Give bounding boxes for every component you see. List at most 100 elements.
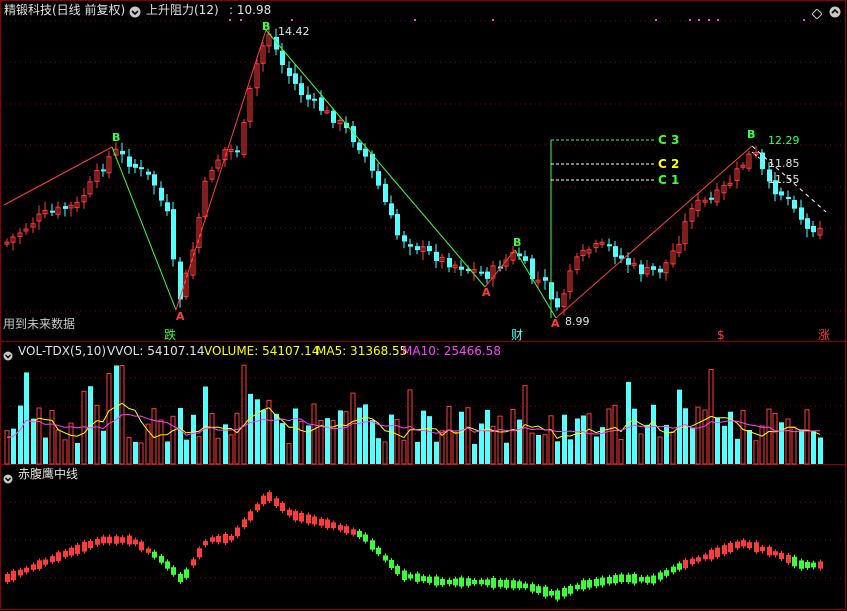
volume-bar xyxy=(415,441,420,464)
volume-bar xyxy=(651,404,656,464)
c1-price-label: 12.29 xyxy=(768,134,800,147)
volume-bar xyxy=(293,408,298,464)
chevron-down-icon[interactable] xyxy=(129,3,141,18)
volume-bar xyxy=(49,409,55,465)
candle-body xyxy=(786,196,791,199)
indicator-title: 上升阻力(12) xyxy=(146,3,219,17)
candle-body xyxy=(523,256,528,261)
event-marker-down[interactable]: 跌 xyxy=(164,328,176,342)
candle-body xyxy=(357,142,362,151)
volume-bar xyxy=(370,420,375,464)
volume-bar xyxy=(18,405,23,464)
volume-bar xyxy=(81,390,87,465)
tick-dot xyxy=(698,19,700,21)
volume-bar xyxy=(695,406,701,465)
event-marker-finance[interactable]: 财 xyxy=(511,328,523,342)
wave-a-marker: A xyxy=(551,317,560,330)
volume-bar xyxy=(389,414,394,464)
tick-dot xyxy=(655,19,657,21)
volume-bar xyxy=(568,439,573,464)
volume-bar xyxy=(31,418,36,464)
candle-body xyxy=(555,298,560,308)
candle-body xyxy=(133,163,138,168)
lower-indicator-name: 赤腹鹰中线 xyxy=(18,467,79,481)
candle-body xyxy=(543,277,548,281)
candle-body xyxy=(658,268,663,273)
volume-bar xyxy=(586,413,592,465)
stock-title: 精锻科技(日线 前复权) xyxy=(4,3,126,17)
panel-toggle-icon[interactable] xyxy=(3,346,13,361)
volume-bar xyxy=(274,413,279,464)
candle-body xyxy=(293,73,298,84)
volume-bar xyxy=(363,404,368,464)
volume-bar xyxy=(702,409,708,465)
volume-bar xyxy=(234,412,240,465)
volume-bar xyxy=(43,437,48,464)
candle-body xyxy=(363,148,368,157)
chevron-up-icon[interactable] xyxy=(829,3,841,18)
event-marker-up[interactable]: 涨 xyxy=(818,328,830,342)
volume-bar xyxy=(735,438,740,464)
wave-b-marker: B xyxy=(112,131,121,144)
candle-body xyxy=(376,171,381,186)
candle-body xyxy=(395,213,400,236)
volume-bar xyxy=(280,423,285,464)
volume-bar xyxy=(434,441,439,464)
volume-bar xyxy=(766,408,772,465)
volume-bar xyxy=(126,437,132,465)
volume-bar xyxy=(562,414,567,464)
candle-body xyxy=(235,150,240,153)
volume-bar xyxy=(401,439,407,465)
volume-bar xyxy=(114,365,119,464)
candle-body xyxy=(319,97,324,111)
tick-dot xyxy=(708,19,710,21)
volume-bar xyxy=(170,415,176,465)
volume-bar xyxy=(55,429,61,465)
volume-bar xyxy=(818,437,823,464)
diamond-icon[interactable] xyxy=(811,4,823,20)
volume-value: VOLUME: 54107.14 xyxy=(204,344,320,358)
volume-bar xyxy=(510,408,516,465)
candle-body xyxy=(402,235,407,242)
volume-bar xyxy=(286,443,292,465)
volume-bar xyxy=(618,439,624,465)
volume-bar xyxy=(664,424,669,464)
candle-body xyxy=(312,98,317,101)
volume-bar xyxy=(101,430,106,464)
ma5-line xyxy=(6,402,821,440)
tick-dot xyxy=(414,19,416,21)
volume-bar xyxy=(517,419,522,464)
candle-body xyxy=(427,245,432,252)
volume-bar xyxy=(325,418,330,464)
wave-line xyxy=(111,146,177,311)
volume-bar xyxy=(472,443,477,464)
candle-body xyxy=(165,202,170,212)
volume-bar xyxy=(343,411,349,465)
tick-dot xyxy=(492,19,494,21)
volume-bar xyxy=(350,392,356,465)
volume-bar xyxy=(791,426,797,465)
volume-bar xyxy=(529,432,535,465)
tick-dot xyxy=(717,19,719,21)
stock-chart[interactable] xyxy=(0,0,847,611)
candle-body xyxy=(792,200,797,209)
volume-bar xyxy=(88,386,93,464)
candle-body xyxy=(299,83,304,96)
volume-bar xyxy=(715,417,720,464)
volume-bar xyxy=(138,442,144,465)
volume-bar xyxy=(645,424,650,464)
volume-bar xyxy=(740,409,746,465)
panel-toggle-icon[interactable] xyxy=(3,469,13,484)
volume-bar xyxy=(24,372,29,464)
wave-a-marker: A xyxy=(482,286,491,299)
event-marker-dollar[interactable]: $ xyxy=(717,328,725,342)
volume-bar xyxy=(555,441,560,464)
volume-bar xyxy=(670,431,676,465)
volume-bar xyxy=(594,436,599,464)
high-price-label: 14.42 xyxy=(278,25,310,38)
volume-bar xyxy=(421,410,426,464)
volume-bar xyxy=(165,441,170,464)
volume-bar xyxy=(683,408,688,464)
candle-body xyxy=(159,187,164,201)
candle-body xyxy=(287,67,292,76)
